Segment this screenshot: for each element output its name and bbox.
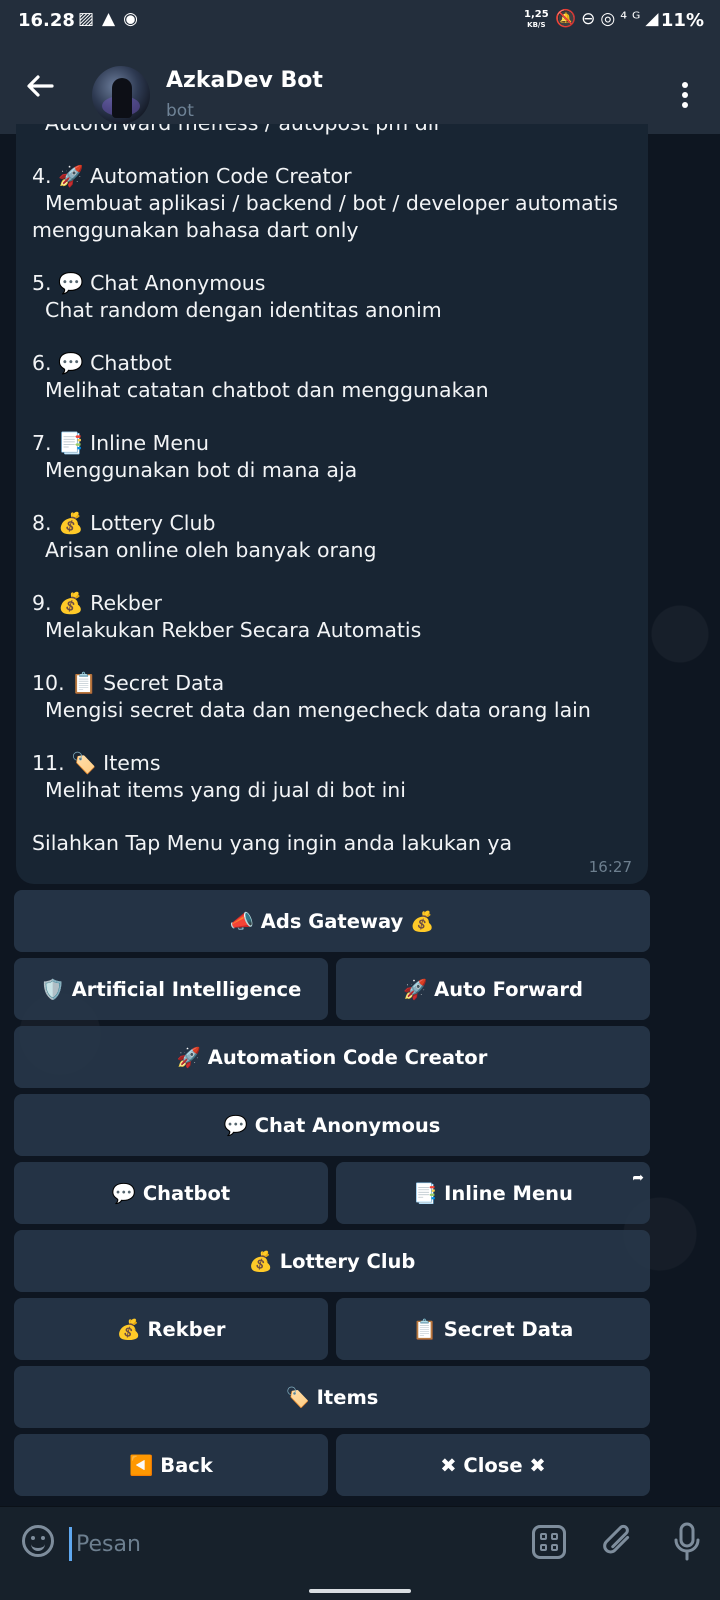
list-item: 7. 📑 Inline Menu Menggunakan bot di mana… — [32, 430, 642, 484]
auto-forward-button[interactable]: 🚀 Auto Forward — [336, 958, 650, 1020]
message-input[interactable] — [76, 1527, 496, 1561]
list-item: 10. 📋 Secret Data Mengisi secret data da… — [32, 670, 642, 724]
avatar-figure — [112, 78, 132, 118]
message-text: Autoforward meffess / autopost pm dll 4.… — [32, 124, 642, 857]
ads-gateway-button[interactable]: 📣 Ads Gateway 💰 — [14, 890, 650, 952]
chat-anonymous-button[interactable]: 💬 Chat Anonymous — [14, 1094, 650, 1156]
grid-cell — [551, 1544, 558, 1551]
network-speed: 1,25 KB/S — [524, 10, 549, 30]
list-item: 11. 🏷️ Items Melihat items yang di jual … — [32, 750, 642, 804]
list-item-title: 8. 💰 Lottery Club — [32, 511, 216, 535]
list-item-desc-cont: menggunakan bahasa dart only — [32, 218, 359, 242]
chat-title[interactable]: AzkaDev Bot — [166, 68, 323, 93]
back-button[interactable]: ◀️ Back — [14, 1434, 328, 1496]
message-cut-line: Autoforward meffess / autopost pm dll — [32, 124, 642, 137]
list-item-title: 4. 🚀 Automation Code Creator — [32, 164, 352, 188]
kebab-dot — [682, 92, 688, 98]
list-item: 8. 💰 Lottery Club Arisan online oleh ban… — [32, 510, 642, 564]
text-caret — [69, 1527, 72, 1561]
list-item-title: 5. 💬 Chat Anonymous — [32, 271, 266, 295]
list-item: 9. 💰 Rekber Melakukan Rekber Secara Auto… — [32, 590, 642, 644]
status-bar: 16.28 ▨▲◉ 1,25 KB/S 🔕⊖◎⁴ᴳ◢ 11% — [0, 0, 720, 46]
list-item-desc: Melakukan Rekber Secara Automatis — [32, 618, 422, 642]
home-gesture-handle[interactable] — [309, 1589, 411, 1593]
more-options-icon[interactable] — [682, 82, 690, 110]
grid-cell — [540, 1544, 547, 1551]
chat-header: AzkaDev Bot bot — [0, 46, 720, 134]
grid-cell — [540, 1533, 547, 1540]
chat-subtitle: bot — [166, 101, 194, 121]
battery-level: 11% — [660, 10, 704, 31]
chatbot-button[interactable]: 💬 Chatbot — [14, 1162, 328, 1224]
items-button[interactable]: 🏷️ Items — [14, 1366, 650, 1428]
grid-cell — [551, 1533, 558, 1540]
system-icons: 🔕⊖◎⁴ᴳ◢ — [555, 9, 664, 29]
list-item-title: 10. 📋 Secret Data — [32, 671, 225, 695]
attach-icon[interactable] — [591, 1515, 643, 1567]
list-item-desc: Chat random dengan identitas anonim — [32, 298, 442, 322]
avatar[interactable] — [92, 66, 150, 124]
rekber-button[interactable]: 💰 Rekber — [14, 1298, 328, 1360]
navigation-bar — [0, 1582, 720, 1600]
status-time: 16.28 — [18, 10, 75, 31]
list-item: 6. 💬 Chatbot Melihat catatan chatbot dan… — [32, 350, 642, 404]
network-speed-unit: KB/S — [527, 21, 546, 29]
share-arrow-icon: ➦ — [632, 1170, 644, 1186]
list-item-desc: Membuat aplikasi / backend / bot / devel… — [32, 191, 619, 215]
list-item: 5. 💬 Chat Anonymous Chat random dengan i… — [32, 270, 642, 324]
list-item-title: 11. 🏷️ Items — [32, 751, 161, 775]
list-item-title: 6. 💬 Chatbot — [32, 351, 172, 375]
message-line: Autoforward meffess / autopost pm dll — [32, 124, 642, 137]
list-item-title: 7. 📑 Inline Menu — [32, 431, 209, 455]
message-footer: Silahkan Tap Menu yang ingin anda lakuka… — [32, 830, 642, 857]
inline-menu-button[interactable]: 📑 Inline Menu ➦ — [336, 1162, 650, 1224]
inline-menu-label: 📑 Inline Menu — [413, 1181, 573, 1205]
kebab-dot — [682, 82, 688, 88]
emoji-icon[interactable] — [22, 1525, 54, 1557]
notification-icons: ▨▲◉ — [78, 9, 146, 29]
close-button[interactable]: ✖ Close ✖ — [336, 1434, 650, 1496]
secret-data-button[interactable]: 📋 Secret Data — [336, 1298, 650, 1360]
message-composer — [0, 1506, 720, 1583]
list-item-desc: Melihat items yang di jual di bot ini — [32, 778, 406, 802]
network-speed-value: 1,25 — [524, 9, 549, 20]
list-item: 4. 🚀 Automation Code Creator Membuat apl… — [32, 163, 642, 244]
back-arrow-icon[interactable] — [22, 68, 58, 104]
message-footer-text: Silahkan Tap Menu yang ingin anda lakuka… — [32, 831, 513, 855]
lottery-club-button[interactable]: 💰 Lottery Club — [14, 1230, 650, 1292]
automation-code-creator-button[interactable]: 🚀 Automation Code Creator — [14, 1026, 650, 1088]
list-item-title: 9. 💰 Rekber — [32, 591, 162, 615]
list-item-desc: Mengisi secret data dan mengecheck data … — [32, 698, 591, 722]
list-item-desc: Melihat catatan chatbot dan menggunakan — [32, 378, 489, 402]
artificial-intelligence-button[interactable]: 🛡️ Artificial Intelligence — [14, 958, 328, 1020]
message-time: 16:27 — [588, 858, 632, 876]
message-bubble[interactable]: Autoforward meffess / autopost pm dll 4.… — [16, 124, 648, 884]
kebab-dot — [682, 102, 688, 108]
list-item-desc: Menggunakan bot di mana aja — [32, 458, 358, 482]
microphone-icon[interactable] — [670, 1521, 704, 1563]
list-item-desc: Arisan online oleh banyak orang — [32, 538, 377, 562]
bot-keyboard-toggle-icon[interactable] — [532, 1525, 566, 1559]
